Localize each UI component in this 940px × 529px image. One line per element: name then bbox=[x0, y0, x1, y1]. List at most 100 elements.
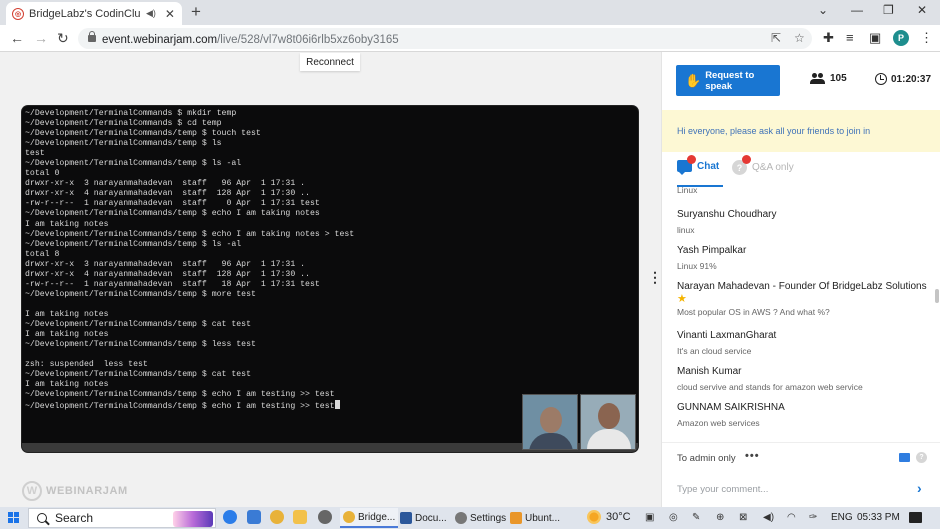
pen-icon[interactable]: ✑ bbox=[809, 512, 817, 524]
terminal-line: -rw-r--r-- 1 narayanmahadevan staff 18 A… bbox=[25, 279, 320, 289]
terminal-line: zsh: suspended less test bbox=[25, 360, 148, 370]
tab-close-icon[interactable]: ✕ bbox=[165, 7, 175, 21]
task-chrome[interactable]: Bridge... bbox=[340, 508, 399, 528]
attendee-count-value: 105 bbox=[830, 73, 847, 84]
browser-tab[interactable]: ◎ BridgeLabz's CodinClub prog ◀) ✕ bbox=[6, 2, 182, 25]
media-control-icon[interactable]: ≡ bbox=[846, 31, 854, 45]
notification-dot bbox=[742, 155, 751, 164]
windows-start-icon[interactable] bbox=[8, 512, 20, 524]
lock-icon[interactable] bbox=[88, 31, 96, 43]
back-button[interactable]: ← bbox=[10, 29, 24, 47]
webinarjam-logo-icon: W bbox=[22, 481, 42, 501]
terminal-line: I am taking notes bbox=[25, 309, 109, 319]
ubuntu-icon bbox=[510, 512, 522, 524]
message-icon[interactable] bbox=[899, 453, 910, 462]
raise-hand-icon: ✋ bbox=[685, 72, 702, 88]
terminal-line: drwxr-xr-x 4 narayanmahadevan staff 128 … bbox=[25, 269, 310, 279]
recipient-selector[interactable]: To admin only bbox=[677, 453, 736, 464]
notification-icon[interactable] bbox=[909, 512, 922, 523]
more-options-icon[interactable]: ⋮ bbox=[648, 270, 662, 284]
terminal-line: ~/Development/TerminalCommands $ mkdir t… bbox=[25, 109, 237, 118]
recipient-more-icon[interactable]: ••• bbox=[745, 450, 760, 462]
task-label: Docu... bbox=[415, 512, 447, 524]
terminal-line: I am taking notes bbox=[25, 380, 109, 390]
forward-button[interactable]: → bbox=[34, 29, 48, 47]
chat-message-text: It's an cloud service bbox=[677, 346, 752, 356]
terminal-line: I am taking notes bbox=[25, 219, 109, 229]
tab-chat[interactable]: Chat bbox=[677, 155, 719, 175]
side-panel-icon[interactable]: ▣ bbox=[869, 31, 881, 45]
chat-scrollbar[interactable] bbox=[935, 289, 939, 303]
request-to-speak-button[interactable]: ✋ Request to speak bbox=[676, 65, 780, 96]
chrome-icon[interactable] bbox=[270, 510, 284, 524]
extensions-icon[interactable]: ✚ bbox=[823, 31, 834, 45]
comment-input[interactable] bbox=[672, 479, 920, 499]
terminal-line: total 0 bbox=[25, 169, 60, 179]
people-icon bbox=[810, 73, 825, 84]
terminal-line: drwxr-xr-x 3 narayanmahadevan staff 96 A… bbox=[25, 179, 306, 189]
taskbar-search[interactable]: Search bbox=[28, 508, 216, 528]
browser-tabbar: ◎ BridgeLabz's CodinClub prog ◀) ✕ + ⌄ —… bbox=[0, 0, 940, 25]
chat-message-text: Linux bbox=[677, 187, 698, 195]
volume-icon[interactable]: ◀) bbox=[763, 512, 774, 524]
chat-message-author: GUNNAM SAIKRISHNA bbox=[677, 402, 785, 413]
tray-app-icon[interactable]: ⊠ bbox=[739, 512, 747, 524]
chrome-icon bbox=[343, 511, 355, 523]
terminal-line: ~/Development/TerminalCommands/temp $ ec… bbox=[25, 400, 354, 412]
edge-icon[interactable] bbox=[223, 510, 237, 524]
chat-message: Narayan Mahadevan - Founder Of BridgeLab… bbox=[677, 281, 927, 318]
bookmark-star-icon[interactable]: ☆ bbox=[794, 31, 805, 45]
task-ubuntu[interactable]: Ubunt... bbox=[507, 508, 563, 528]
tray-app-icon[interactable]: ▣ bbox=[645, 512, 654, 524]
terminal-line: total 8 bbox=[25, 249, 60, 259]
terminal-line: ~/Development/TerminalCommands/temp $ ls bbox=[25, 139, 222, 149]
browser-menu-icon[interactable]: ⋮ bbox=[920, 31, 933, 45]
minimize-button[interactable]: — bbox=[851, 3, 863, 17]
weather-widget[interactable]: 30°C bbox=[587, 510, 631, 524]
restore-button[interactable]: ❐ bbox=[883, 3, 894, 17]
send-icon[interactable]: › bbox=[917, 481, 922, 495]
tray-app-icon[interactable]: ⊕ bbox=[716, 512, 724, 524]
url-path: /live/528/vl7w8t06i6rlb5xz6oby3165 bbox=[217, 33, 399, 46]
profile-avatar[interactable]: P bbox=[893, 30, 909, 46]
mail-icon[interactable] bbox=[247, 510, 261, 524]
chat-message: Linux bbox=[677, 187, 927, 196]
browser-navbar: ← → ↻ event.webinarjam.com/live/528/vl7w… bbox=[0, 25, 940, 52]
app-icon[interactable] bbox=[318, 510, 332, 524]
chat-message: Manish Kumar cloud servive and stands fo… bbox=[677, 366, 927, 393]
tab-search-icon[interactable]: ⌄ bbox=[818, 3, 828, 17]
clock[interactable]: 05:33 PM bbox=[857, 512, 900, 523]
tray-app-icon[interactable]: ✎ bbox=[692, 512, 700, 524]
presenter-video-2[interactable] bbox=[580, 394, 636, 450]
file-explorer-icon[interactable] bbox=[293, 510, 307, 524]
chat-message-list[interactable]: Linux Suryanshu Choudhary linux Yash Pim… bbox=[662, 187, 940, 442]
star-icon: ★ bbox=[677, 293, 687, 305]
reload-button[interactable]: ↻ bbox=[57, 29, 69, 47]
search-icon bbox=[37, 513, 47, 523]
task-settings[interactable]: Settings bbox=[452, 508, 509, 528]
terminal-output: ~/Development/TerminalCommands $ mkdir t… bbox=[25, 109, 354, 412]
webinar-page: Reconnect ~/Development/TerminalCommands… bbox=[0, 52, 940, 507]
task-word[interactable]: Docu... bbox=[397, 508, 450, 528]
share-icon[interactable]: ⇱ bbox=[771, 31, 781, 45]
video-person-head bbox=[540, 407, 562, 433]
chat-message-text: Amazon web services bbox=[677, 418, 760, 428]
terminal-line: ~/Development/TerminalCommands/temp $ to… bbox=[25, 129, 261, 139]
video-person-body bbox=[587, 429, 631, 449]
new-tab-button[interactable]: + bbox=[191, 3, 201, 21]
language-indicator[interactable]: ENG bbox=[831, 512, 853, 523]
task-label: Settings bbox=[470, 512, 507, 524]
presenter-video-1[interactable] bbox=[522, 394, 578, 450]
reconnect-button[interactable]: Reconnect bbox=[300, 53, 360, 71]
tab-qa-only[interactable]: ? Q&A only bbox=[732, 155, 794, 175]
chat-message: GUNNAM SAIKRISHNA Amazon web services bbox=[677, 402, 927, 429]
wifi-icon[interactable]: ◠ bbox=[787, 512, 796, 524]
address-bar[interactable]: event.webinarjam.com/live/528/vl7w8t06i6… bbox=[78, 28, 812, 49]
help-icon[interactable]: ? bbox=[916, 452, 927, 463]
tray-app-icon[interactable]: ◎ bbox=[669, 512, 678, 524]
speaker-icon[interactable]: ◀) bbox=[146, 8, 156, 19]
chat-message: Yash Pimpalkar Linux 91% bbox=[677, 245, 927, 272]
terminal-cursor bbox=[334, 400, 340, 410]
close-window-button[interactable]: ✕ bbox=[917, 3, 927, 17]
